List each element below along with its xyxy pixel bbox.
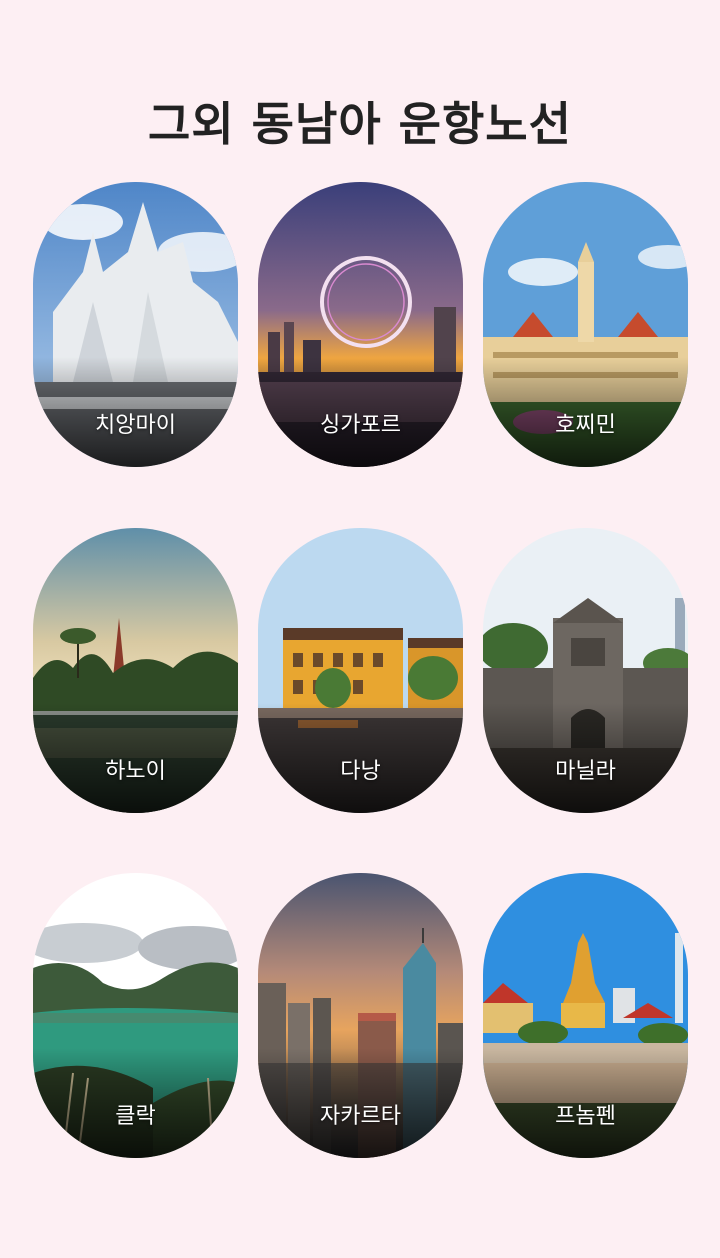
- route-card-da-nang[interactable]: 다낭: [258, 528, 463, 813]
- route-card-manila[interactable]: 마닐라: [483, 528, 688, 813]
- route-grid: 치앙마이 싱가포르 호찌민 하노이 다낭 마닐라 클락 자카르타 프놈펜: [0, 0, 720, 1258]
- route-card-jakarta[interactable]: 자카르타: [258, 873, 463, 1158]
- route-label: 싱가포르: [320, 413, 401, 438]
- route-card-hanoi[interactable]: 하노이: [33, 528, 238, 813]
- route-card-phnom-penh[interactable]: 프놈펜: [483, 873, 688, 1158]
- route-label: 자카르타: [320, 1104, 401, 1129]
- route-label: 클락: [115, 1104, 156, 1129]
- route-label: 치앙마이: [95, 413, 176, 438]
- route-card-clark[interactable]: 클락: [33, 873, 238, 1158]
- route-card-singapore[interactable]: 싱가포르: [258, 182, 463, 467]
- route-label: 프놈펜: [555, 1104, 616, 1129]
- route-card-chiang-mai[interactable]: 치앙마이: [33, 182, 238, 467]
- route-card-ho-chi-minh[interactable]: 호찌민: [483, 182, 688, 467]
- route-label: 호찌민: [555, 413, 616, 438]
- route-label: 하노이: [105, 759, 166, 784]
- route-label: 다낭: [340, 759, 381, 784]
- route-label: 마닐라: [555, 759, 616, 784]
